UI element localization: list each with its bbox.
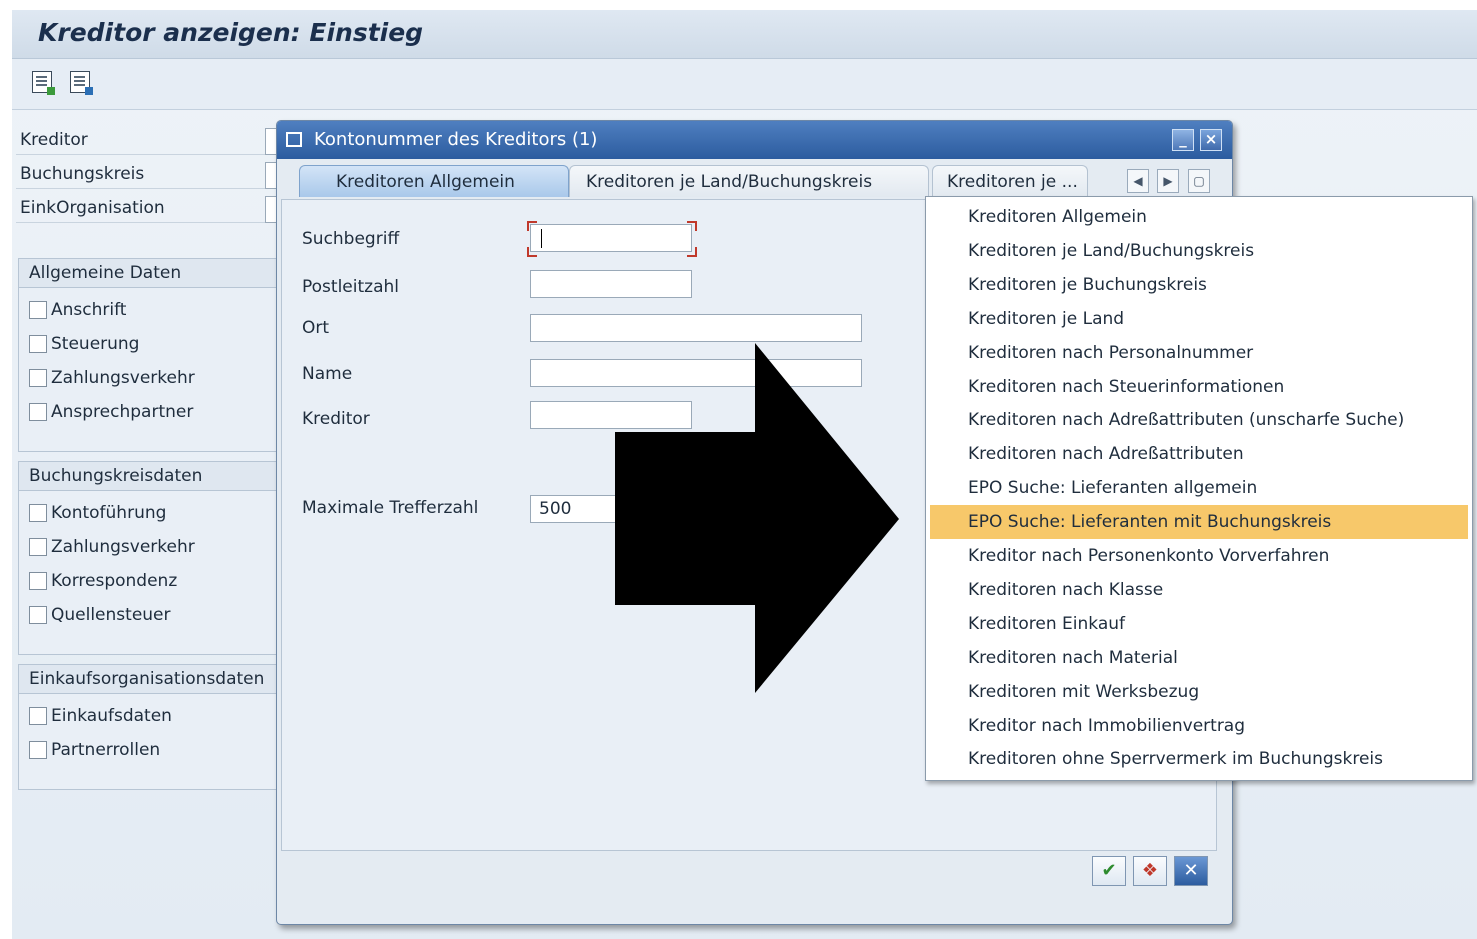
checkbox-kontofuehrung[interactable]: Kontoführung	[29, 501, 166, 525]
close-icon[interactable]: ×	[1200, 129, 1222, 151]
postleitzahl-input[interactable]	[530, 270, 692, 298]
label-kreditor: Kreditor	[302, 409, 370, 429]
tab-scroll-right-icon[interactable]: ▶	[1157, 169, 1179, 193]
checkbox-label: Zahlungsverkehr	[51, 368, 195, 388]
arrow-shape	[615, 343, 899, 693]
label-name: Name	[302, 364, 353, 384]
checkbox-korrespondenz[interactable]: Korrespondenz	[29, 569, 177, 593]
checkbox-zahlungsverkehr[interactable]: Zahlungsverkehr	[29, 366, 195, 390]
overview-icon[interactable]	[32, 71, 55, 95]
label-postleitzahl: Postleitzahl	[302, 277, 399, 297]
suchbegriff-input[interactable]	[530, 224, 692, 252]
dropdown-item[interactable]: Kreditoren je Land/Buchungskreis	[926, 234, 1472, 268]
dropdown-item[interactable]: Kreditoren Allgemein	[926, 200, 1472, 234]
dropdown-item[interactable]: Kreditoren nach Adreßattributen (unschar…	[926, 403, 1472, 437]
checkbox-label: Korrespondenz	[51, 571, 178, 591]
app-toolbar	[12, 59, 1477, 110]
focus-corner	[527, 247, 537, 257]
tab-scroll-left-icon[interactable]: ◀	[1127, 169, 1149, 193]
dropdown-item[interactable]: Kreditoren nach Klasse	[926, 573, 1472, 607]
dropdown-item[interactable]: Kreditoren nach Personalnummer	[926, 336, 1472, 370]
label-ort: Ort	[302, 318, 330, 338]
confirm-button[interactable]: ✔	[1092, 856, 1126, 886]
dropdown-item[interactable]: Kreditoren nach Material	[926, 641, 1472, 675]
focus-corner	[687, 247, 697, 257]
dropdown-item[interactable]: Kreditoren ohne Sperrvermerk im Buchungs…	[926, 742, 1472, 776]
field-divider	[16, 154, 271, 155]
detail-icon[interactable]	[70, 71, 93, 95]
checkbox-steuerung[interactable]: Steuerung	[29, 332, 139, 356]
dropdown-item[interactable]: Kreditoren je Buchungskreis	[926, 268, 1472, 302]
dropdown-item[interactable]: Kreditoren je Land	[926, 302, 1472, 336]
checkbox[interactable]	[29, 741, 47, 759]
label-suchbegriff: Suchbegriff	[302, 229, 400, 249]
group-allgemeine-daten: Allgemeine Daten Anschrift Steuerung Zah…	[18, 258, 280, 452]
annotation-arrow	[615, 343, 899, 693]
tab-kreditoren-allgemein[interactable]: Kreditoren Allgemein	[299, 165, 569, 197]
checkbox[interactable]	[29, 504, 47, 522]
checkbox[interactable]	[29, 538, 47, 556]
search-button[interactable]: ❖	[1133, 856, 1167, 886]
group-einkaufsorganisationsdaten: Einkaufsorganisationsdaten Einkaufsdaten…	[18, 664, 280, 790]
field-label-buchungskreis: Buchungskreis	[20, 164, 145, 184]
checkbox-partnerrollen[interactable]: Partnerrollen	[29, 738, 160, 762]
dropdown-item[interactable]: Kreditoren nach Adreßattributen	[926, 437, 1472, 471]
text-caret	[541, 229, 542, 248]
ort-input[interactable]	[530, 314, 862, 342]
checkbox-label: Quellensteuer	[51, 605, 171, 625]
dialog-title: Kontonummer des Kreditors (1)	[314, 129, 598, 150]
field-label-kreditor: Kreditor	[20, 130, 88, 150]
tab-dropdown-list: Kreditoren Allgemein Kreditoren je Land/B…	[925, 196, 1473, 781]
checkbox-label: Zahlungsverkehr	[51, 537, 195, 557]
dropdown-item[interactable]: Kreditoren nach Steuerinformationen	[926, 370, 1472, 404]
checkbox[interactable]	[29, 403, 47, 421]
checkbox[interactable]	[29, 335, 47, 353]
dropdown-item[interactable]: Kreditoren Einkauf	[926, 607, 1472, 641]
group-title: Buchungskreisdaten	[19, 462, 279, 491]
field-divider	[16, 222, 271, 223]
checkbox-anschrift[interactable]: Anschrift	[29, 298, 126, 322]
checkbox-ansprechpartner[interactable]: Ansprechpartner	[29, 400, 193, 424]
checkbox-zahlungsverkehr-bk[interactable]: Zahlungsverkehr	[29, 535, 195, 559]
focus-corner	[527, 221, 537, 231]
page-title: Kreditor anzeigen: Einstieg	[38, 18, 424, 47]
checkbox-label: Einkaufsdaten	[51, 706, 172, 726]
label-maximale-trefferzahl: Maximale Trefferzahl	[302, 498, 479, 518]
title-bar: Kreditor anzeigen: Einstieg	[12, 10, 1477, 59]
focus-corner	[687, 221, 697, 231]
checkbox[interactable]	[29, 369, 47, 387]
tab-list-icon[interactable]: ▢	[1188, 169, 1210, 193]
checkbox[interactable]	[29, 572, 47, 590]
group-title: Allgemeine Daten	[19, 259, 279, 288]
tab-kreditoren-je[interactable]: Kreditoren je ...	[932, 165, 1088, 197]
dialog-window-icon	[286, 132, 302, 147]
minimize-icon[interactable]: _	[1172, 129, 1194, 151]
field-label-einkorganisation: EinkOrganisation	[20, 198, 165, 218]
field-divider	[16, 188, 271, 189]
checkbox-label: Anschrift	[51, 300, 127, 320]
dropdown-item[interactable]: Kreditor nach Personenkonto Vorverfahren	[926, 539, 1472, 573]
dropdown-item[interactable]: EPO Suche: Lieferanten allgemein	[926, 471, 1472, 505]
checkbox-label: Partnerrollen	[51, 740, 161, 760]
checkbox-einkaufsdaten[interactable]: Einkaufsdaten	[29, 704, 172, 728]
checkbox[interactable]	[29, 606, 47, 624]
group-title: Einkaufsorganisationsdaten	[19, 665, 279, 694]
checkbox-quellensteuer[interactable]: Quellensteuer	[29, 603, 171, 627]
dropdown-item[interactable]: EPO Suche: Lieferanten mit Buchungskreis	[930, 505, 1468, 540]
checkbox-label: Kontoführung	[51, 503, 167, 523]
dropdown-item[interactable]: Kreditoren mit Werksbezug	[926, 675, 1472, 709]
checkbox[interactable]	[29, 707, 47, 725]
group-buchungskreisdaten: Buchungskreisdaten Kontoführung Zahlungs…	[18, 461, 280, 655]
dialog-title-bar: Kontonummer des Kreditors (1) _ ×	[277, 121, 1232, 159]
checkbox-label: Steuerung	[51, 334, 140, 354]
cancel-button[interactable]: ✕	[1174, 856, 1208, 886]
tab-kreditoren-land-buchungskreis[interactable]: Kreditoren je Land/Buchungskreis	[569, 165, 929, 197]
dropdown-item[interactable]: Kreditor nach Immobilienvertrag	[926, 709, 1472, 743]
checkbox[interactable]	[29, 301, 47, 319]
checkbox-label: Ansprechpartner	[51, 402, 194, 422]
tabstrip: Kreditoren Allgemein Kreditoren je Land/…	[277, 159, 1232, 197]
